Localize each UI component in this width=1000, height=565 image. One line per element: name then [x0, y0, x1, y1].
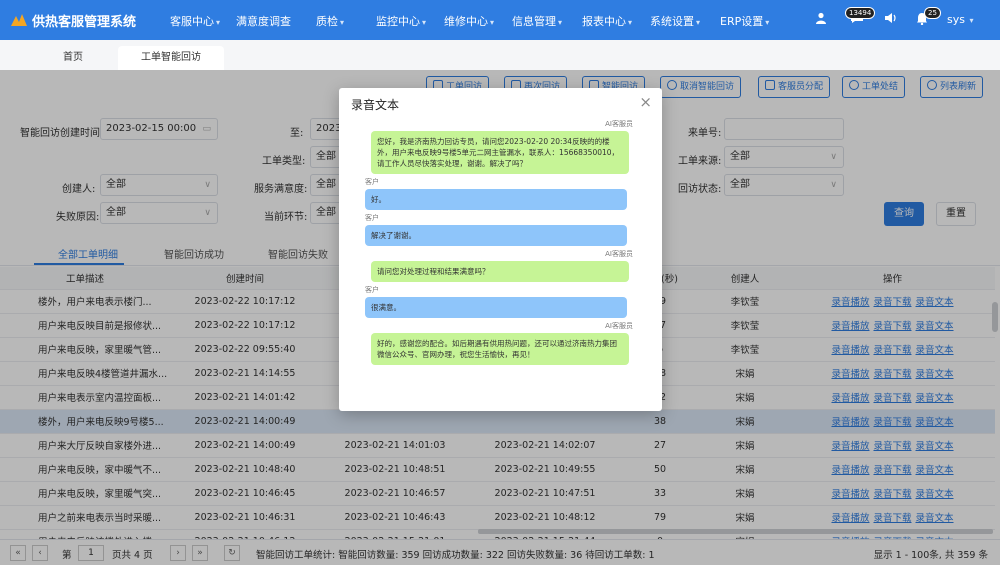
nav-erp-settings[interactable]: ERP设置 ▾ — [720, 13, 769, 29]
transcript-chat: AI客服员您好，我是济南热力回访专员，请问您2023-02-20 20:34反映… — [365, 116, 633, 404]
nav-customer-service[interactable]: 客服中心 ▾ — [170, 13, 220, 29]
ai-agent-label: AI客服员 — [605, 322, 633, 330]
app-logo: 供热客服管理系统 — [10, 10, 136, 30]
transcript-dialog: 录音文本 × AI客服员您好，我是济南热力回访专员，请问您2023-02-20 … — [339, 88, 662, 411]
notice-count-badge: 25 — [924, 7, 941, 19]
customer-label: 客户 — [365, 214, 379, 222]
nav-repair-center[interactable]: 维修中心 ▾ — [444, 13, 494, 29]
customer-message-bubble: 好。 — [365, 189, 627, 210]
customer-message-bubble: 很满意。 — [365, 297, 627, 318]
logo-icon — [10, 13, 28, 27]
nav-quality-check[interactable]: 质检 ▾ — [316, 13, 344, 29]
nav-satisfaction-survey[interactable]: 满意度调查 — [236, 13, 291, 29]
page-tabbar: 首页 工单智能回访 — [0, 40, 1000, 70]
message-count-badge: 13494 — [845, 7, 876, 19]
nav-report-center[interactable]: 报表中心 ▾ — [582, 13, 632, 29]
ai-agent-label: AI客服员 — [605, 120, 633, 128]
customer-label: 客户 — [365, 178, 379, 186]
ai-message-bubble: 您好，我是济南热力回访专员，请问您2023-02-20 20:34反映的的楼外，… — [371, 131, 629, 174]
speaker-icon[interactable] — [884, 12, 898, 28]
close-icon[interactable]: × — [639, 93, 652, 111]
dialog-title: 录音文本 — [351, 98, 400, 112]
nav-monitoring-center[interactable]: 监控中心 ▾ — [376, 13, 426, 29]
customer-label: 客户 — [365, 286, 379, 294]
customer-message-bubble: 解决了谢谢。 — [365, 225, 627, 246]
nav-info-management[interactable]: 信息管理 ▾ — [512, 13, 562, 29]
user-menu[interactable]: sys ▾ — [947, 13, 974, 26]
tab-smart-callback[interactable]: 工单智能回访 — [118, 46, 224, 70]
nav-system-settings[interactable]: 系统设置 ▾ — [650, 13, 700, 29]
app-title: 供热客服管理系统 — [32, 14, 137, 30]
tab-home[interactable]: 首页 — [38, 46, 108, 70]
ai-agent-label: AI客服员 — [605, 250, 633, 258]
ai-message-bubble: 请问您对处理过程和结果满意吗？ — [371, 261, 629, 282]
top-navbar: 供热客服管理系统 客服中心 ▾ 满意度调查 质检 ▾ 监控中心 ▾ 维修中心 ▾ 信息管… — [0, 0, 1000, 40]
user-icon[interactable] — [815, 12, 827, 28]
ai-message-bubble: 好的，感谢您的配合。如后期遇有供用热问题，还可以通过济南热力集团微信公众号、官网… — [371, 333, 629, 365]
